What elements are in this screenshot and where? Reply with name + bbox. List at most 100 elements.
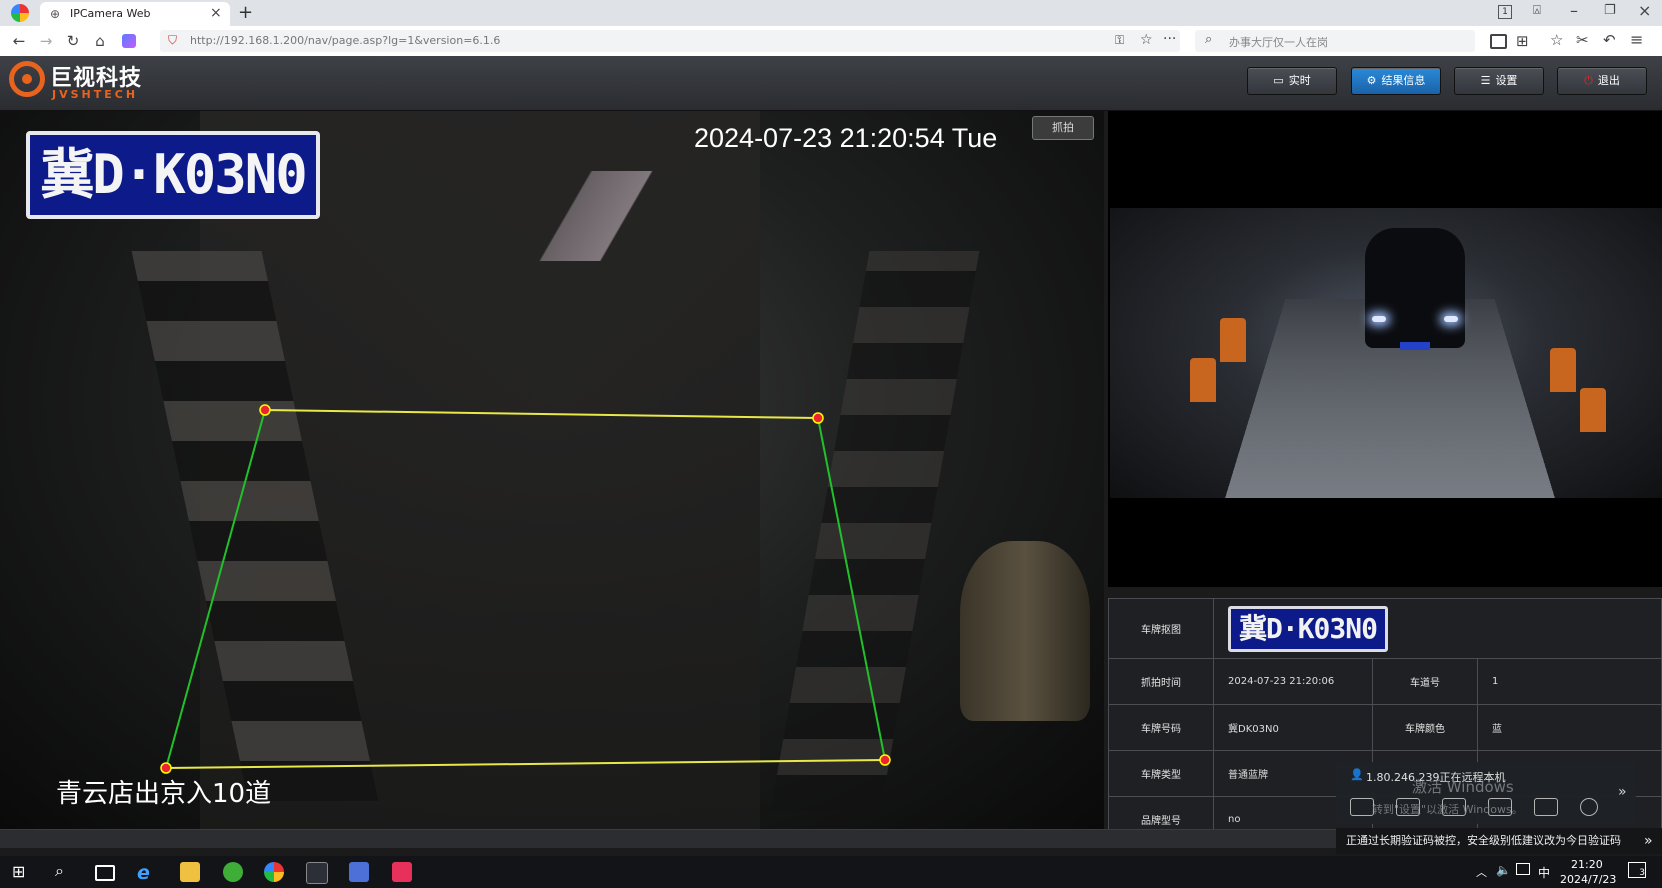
nav-settings-label: 设置 — [1495, 74, 1518, 87]
terminal-icon[interactable] — [306, 862, 328, 884]
home-icon[interactable]: ⌂ — [91, 32, 109, 50]
scissors-icon[interactable]: ✂ — [1576, 31, 1589, 49]
clock-date[interactable]: 2024/7/23 — [1560, 873, 1616, 886]
table-row: 车牌抠图 冀D·K03N0 — [1108, 598, 1662, 659]
volume-icon[interactable]: 🔈 — [1496, 863, 1511, 877]
activation-watermark: 激活 Windows 转到"设置"以激活 Windows。 — [1372, 776, 1523, 817]
traffic-cone — [1190, 358, 1216, 402]
nav-results-button[interactable]: ⚙ 结果信息 — [1351, 67, 1441, 95]
tab-list-icon[interactable]: 1 — [1498, 5, 1512, 19]
plate-color-value: 蓝 — [1477, 704, 1662, 751]
file-explorer-icon[interactable] — [180, 862, 200, 882]
traffic-cone — [1550, 348, 1576, 392]
osd-timestamp: 2024-07-23 21:20:54 Tue — [694, 123, 998, 153]
new-tab-icon[interactable]: + — [238, 2, 253, 23]
search-icon: ⌕ — [1205, 32, 1213, 47]
nav-results-label: 结果信息 — [1381, 74, 1426, 87]
undo-icon[interactable]: ↶ — [1603, 31, 1616, 49]
browser-tab[interactable]: ⊕ IPCamera Web × — [40, 2, 230, 26]
roi-left-edge — [165, 409, 266, 769]
green-app-icon[interactable] — [223, 862, 243, 882]
capture-button[interactable]: 抓拍 — [1032, 116, 1094, 140]
ticker-expand-icon[interactable]: » — [1644, 828, 1653, 854]
folder-icon[interactable] — [1534, 798, 1558, 816]
network-app-icon[interactable] — [349, 862, 369, 882]
browser-tab-bar: ⊕ IPCamera Web × + 1 ⍓ – ❐ × — [0, 0, 1662, 26]
red-app-icon[interactable] — [392, 862, 412, 882]
power-icon: ⏻ — [1584, 74, 1593, 87]
plate-crop-label: 车牌抠图 — [1108, 598, 1214, 659]
browser-app-icon[interactable] — [264, 862, 284, 882]
expand-icon[interactable]: » — [1618, 784, 1627, 800]
restore-icon[interactable]: ❐ — [1604, 3, 1616, 18]
capture-snapshot[interactable] — [1110, 208, 1662, 498]
plate-number-label: 车牌号码 — [1108, 704, 1214, 751]
nav-logout-button[interactable]: ⏻ 退出 — [1557, 67, 1647, 95]
user-icon: 👤 — [1350, 768, 1364, 781]
traffic-cone — [1220, 318, 1246, 362]
lane-no-value: 1 — [1477, 658, 1662, 705]
plate-color-label: 车牌颜色 — [1372, 704, 1478, 751]
plate-number-value: 冀DK03N0 — [1213, 704, 1373, 751]
extension-icon[interactable] — [122, 34, 136, 48]
lane-no-label: 车道号 — [1372, 658, 1478, 705]
tray-chevron-icon[interactable]: ︿ — [1476, 864, 1487, 880]
traffic-cone — [1580, 388, 1606, 432]
roi-handle[interactable] — [160, 762, 172, 774]
search-field[interactable]: ⌕ 办事大厅仅一人在岗 — [1195, 30, 1475, 52]
live-video[interactable]: 冀D·K03N0 2024-07-23 21:20:54 Tue 青云店出京入1… — [0, 111, 1104, 829]
browser-logo-icon — [11, 4, 29, 22]
plate-type-label: 车牌类型 — [1108, 750, 1214, 797]
nav-realtime-button[interactable]: ▭ 实时 — [1247, 67, 1337, 95]
tab-close-icon[interactable]: × — [210, 5, 222, 21]
nav-settings-button[interactable]: ☰ 设置 — [1454, 67, 1544, 95]
ime-indicator[interactable]: 中 — [1538, 864, 1550, 881]
url-field[interactable]: ⛉ http://192.168.1.200/nav/page.asp?lg=1… — [160, 30, 1180, 52]
roi-bottom-edge — [165, 759, 886, 769]
url-text: http://192.168.1.200/nav/page.asp?lg=1&v… — [190, 34, 501, 47]
logo-subtext: JVSHTECH — [52, 88, 139, 101]
app-header: 巨视科技 JVSHTECH ▭ 实时 ⚙ 结果信息 ☰ 设置 ⏻ 退出 — [0, 56, 1662, 111]
minimize-icon[interactable]: – — [1570, 1, 1578, 20]
favorites-icon[interactable]: ☆ — [1550, 31, 1563, 49]
task-view-icon[interactable] — [95, 865, 115, 881]
reload-icon[interactable]: ↻ — [64, 32, 82, 50]
menu-icon[interactable]: ≡ — [1630, 30, 1643, 49]
clock-time[interactable]: 21:20 — [1571, 858, 1603, 871]
shield-icon: ⛉ — [168, 33, 178, 47]
osd-location: 青云店出京入10道 — [56, 779, 272, 809]
ie-browser-icon[interactable]: e — [137, 862, 157, 884]
capture-time-value: 2024-07-23 21:20:06 — [1213, 658, 1373, 705]
close-circle-icon[interactable] — [1580, 798, 1598, 816]
close-window-icon[interactable]: × — [1638, 1, 1651, 20]
table-row: 车牌号码 冀DK03N0 车牌颜色 蓝 — [1108, 704, 1662, 751]
grid-apps-icon[interactable]: ⊞ — [1516, 32, 1529, 50]
capture-time-label: 抓拍时间 — [1108, 658, 1214, 705]
more-icon[interactable]: ··· — [1163, 31, 1176, 47]
notification-center-icon[interactable]: 3 — [1628, 862, 1646, 878]
taskbar: ⊞ ⌕ e ︿ 🔈 中 21:20 2024/7/23 3 — [0, 856, 1662, 888]
headlight-left — [1372, 316, 1386, 322]
notification-count: 3 — [1639, 868, 1645, 878]
plate-crop-cell: 冀D·K03N0 — [1213, 598, 1662, 659]
address-bar: ← → ↻ ⌂ ⛉ http://192.168.1.200/nav/page.… — [0, 26, 1662, 57]
roi-handle[interactable] — [812, 412, 824, 424]
watermark-line1: 激活 Windows — [1412, 778, 1514, 796]
roi-handle[interactable] — [259, 404, 271, 416]
network-icon[interactable] — [1516, 863, 1530, 875]
chat-icon[interactable] — [1350, 798, 1374, 816]
forward-icon[interactable]: → — [37, 32, 55, 50]
roi-handle[interactable] — [879, 754, 891, 766]
plate-crop-image: 冀D·K03N0 — [1228, 605, 1388, 652]
vehicle-plate — [1400, 342, 1430, 350]
search-icon[interactable]: ⌕ — [55, 861, 64, 881]
start-icon[interactable]: ⊞ — [12, 862, 25, 881]
page-scrollbar[interactable] — [0, 829, 1336, 848]
star-icon[interactable]: ☆ — [1140, 32, 1153, 48]
back-icon[interactable]: ← — [10, 32, 28, 50]
reader-icon[interactable] — [1490, 34, 1507, 49]
tab-title: IPCamera Web — [70, 7, 151, 20]
key-icon[interactable]: ⚿ — [1115, 33, 1124, 48]
shirt-skin-icon[interactable]: ⍓ — [1533, 3, 1541, 18]
table-row: 抓拍时间 2024-07-23 21:20:06 车道号 1 — [1108, 658, 1662, 705]
